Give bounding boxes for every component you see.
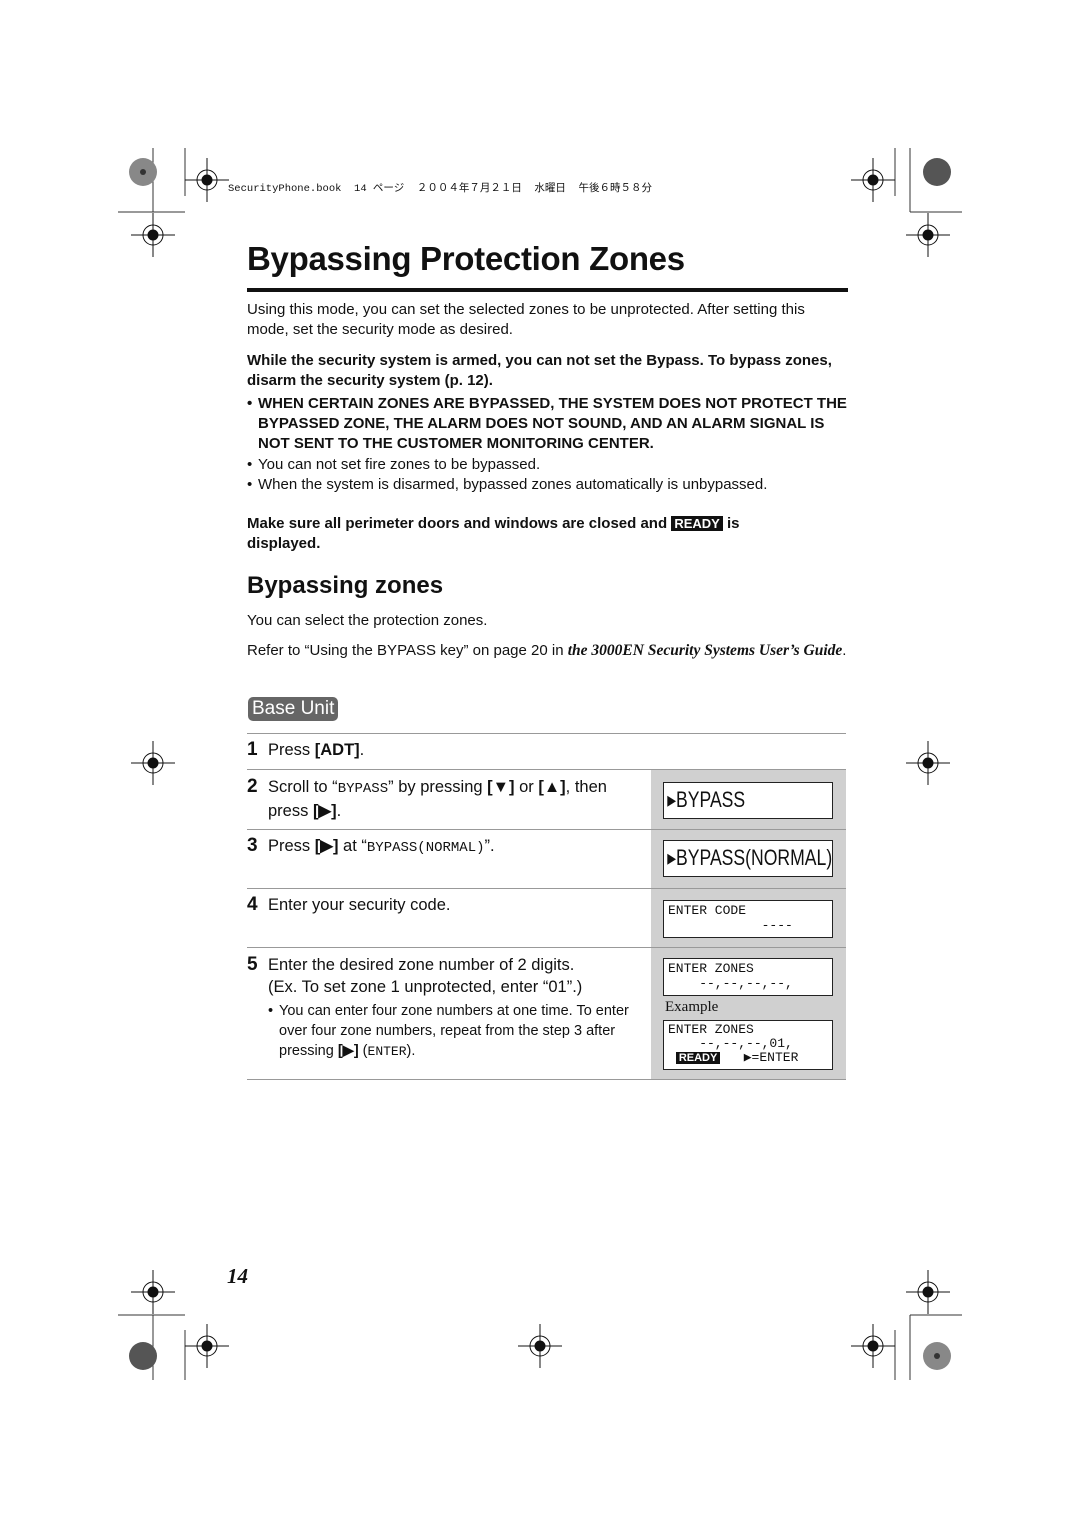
print-header: SecurityPhone.book 14 ページ ２００４年７月２１日 水曜日…	[228, 183, 653, 195]
section-title: Bypassing zones	[247, 572, 444, 599]
lcd-display-enter-zones: ENTER ZONES --,--,--,--,	[663, 958, 833, 996]
example-label: Example	[665, 999, 719, 1015]
lcd-display-enter-code: ENTER CODE ----	[663, 900, 833, 938]
step-3: 3 Press [▶] at “BYPASS(NORMAL)”.	[247, 835, 495, 856]
registration-marks	[118, 148, 962, 1380]
ready-badge: READY	[671, 516, 723, 531]
step-1: 1 Press [ADT].	[247, 739, 365, 760]
step-5: 5 Enter the desired zone number of 2 digi…	[247, 954, 583, 996]
base-unit-label: Base Unit	[248, 697, 339, 721]
intro-text: Using this mode, you can set the selecte…	[247, 301, 805, 338]
manual-page: SecurityPhone.book 14 ページ ２００４年７月２１日 水曜日…	[0, 0, 1080, 1528]
page-number: 14	[227, 1264, 248, 1288]
step-2: 2 Scroll to “BYPASS” by pressing [▼] or […	[247, 776, 607, 820]
armed-note: While the security system is armed, you …	[247, 352, 832, 389]
lcd-display-example: ENTER ZONES --,--,--,01, READY ▶=ENTER	[663, 1020, 833, 1070]
refer-text: Refer to “Using the BYPASS key” on page …	[247, 642, 847, 659]
step-5-bullet: • You can enter four zone numbers at one …	[268, 1003, 629, 1059]
ready-note: Make sure all perimeter doors and window…	[247, 515, 740, 552]
section-intro: You can select the protection zones.	[247, 612, 488, 629]
step-4: 4 Enter your security code.	[247, 894, 451, 915]
bullet-item: • You can not set fire zones to be bypass…	[247, 456, 541, 473]
ready-indicator: READY	[675, 1052, 721, 1064]
bullet-item: • When the system is disarmed, bypassed z…	[247, 476, 768, 493]
lcd-display-bypass: ▸BYPASS	[663, 782, 833, 819]
lcd-display-bypass-normal: ▸BYPASS(NORMAL)	[663, 840, 833, 877]
title-rule	[247, 288, 848, 292]
warning-bullet: • WHEN CERTAIN ZONES ARE BYPASSED, THE SY…	[247, 395, 847, 452]
page-title: Bypassing Protection Zones	[247, 240, 685, 277]
